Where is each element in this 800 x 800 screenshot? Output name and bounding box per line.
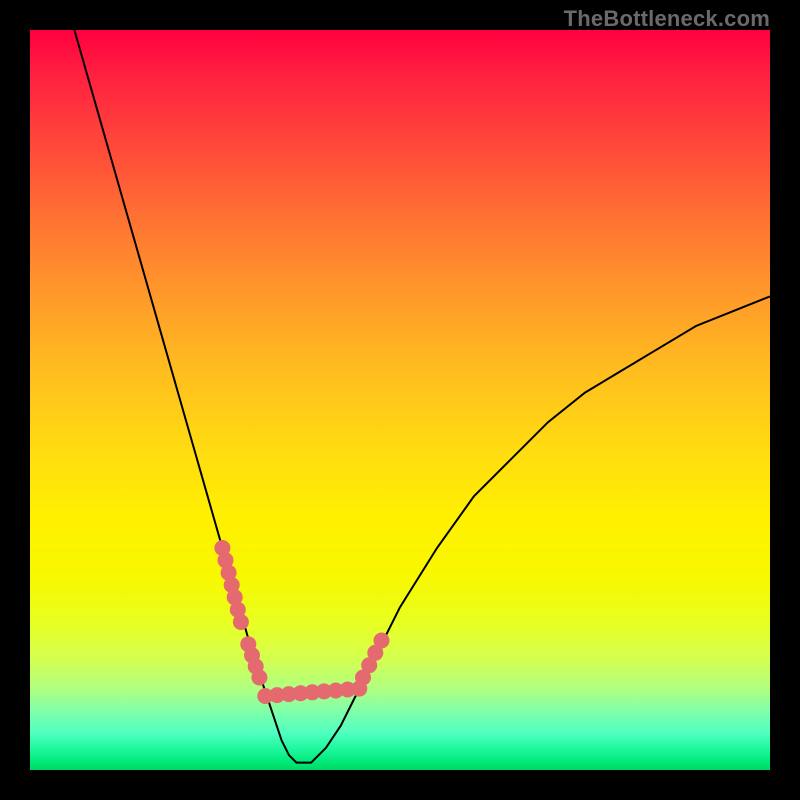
curve-svg xyxy=(30,30,770,770)
watermark-text: TheBottleneck.com xyxy=(564,6,770,32)
plot-area xyxy=(30,30,770,770)
bottleneck-curve xyxy=(74,30,770,763)
highlight-dot xyxy=(374,633,390,649)
chart-frame: TheBottleneck.com xyxy=(0,0,800,800)
highlight-dot xyxy=(233,614,249,630)
highlight-dots xyxy=(214,540,389,704)
highlight-dot xyxy=(251,670,267,686)
curve-path xyxy=(74,30,770,763)
